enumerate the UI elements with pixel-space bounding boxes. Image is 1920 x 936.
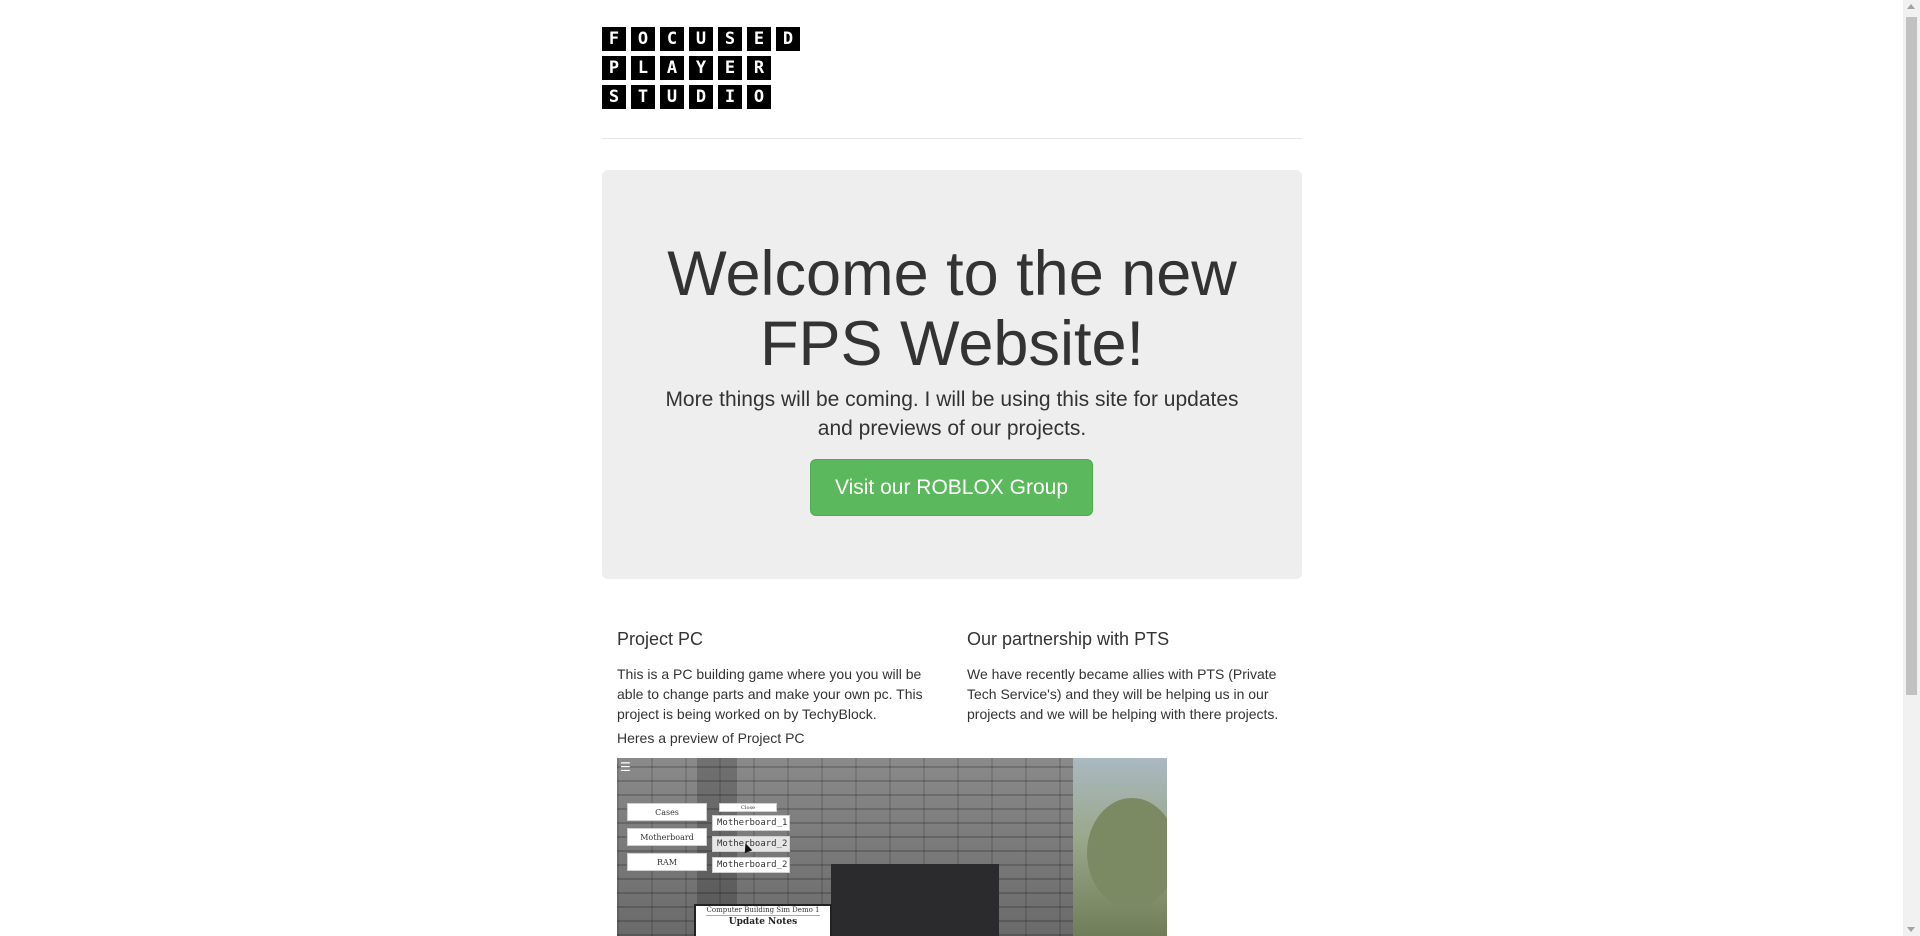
logo-letter: D bbox=[776, 27, 800, 51]
preview-motherboard-button: Motherboard bbox=[627, 828, 707, 846]
scroll-up-arrow-icon[interactable] bbox=[1907, 4, 1915, 9]
logo-letter: E bbox=[718, 56, 742, 80]
logo-letter: U bbox=[689, 27, 713, 51]
project-pc-preview-image: ☰ Cases Motherboard RAM Close Motherboar… bbox=[617, 758, 1167, 936]
vertical-scrollbar[interactable] bbox=[1903, 0, 1920, 936]
logo-letter: S bbox=[718, 27, 742, 51]
logo-letter: T bbox=[631, 85, 655, 109]
logo-letter: L bbox=[631, 56, 655, 80]
project-pc-section: Project PC This is a PC building game wh… bbox=[617, 626, 937, 724]
hero-title-line-1: Welcome to the new bbox=[667, 239, 1237, 309]
menu-icon: ☰ bbox=[620, 760, 631, 774]
preview-update-notes: Computer Building Sim Demo 1 Update Note… bbox=[694, 904, 832, 936]
logo-letter: C bbox=[660, 27, 684, 51]
preview-cases-button: Cases bbox=[627, 803, 707, 821]
site-logo[interactable]: F O C U S E D P L A Y E R S T U D I O bbox=[602, 27, 805, 114]
logo-letter: A bbox=[660, 56, 684, 80]
logo-letter: E bbox=[747, 27, 771, 51]
notes-subtitle: Computer Building Sim Demo 1 bbox=[706, 906, 820, 916]
preview-tree bbox=[1087, 798, 1167, 908]
logo-letter: R bbox=[747, 56, 771, 80]
logo-letter: U bbox=[660, 85, 684, 109]
preview-item: Motherboard_1 bbox=[712, 815, 790, 831]
hero-jumbotron: Welcome to the new FPS Website! More thi… bbox=[602, 170, 1302, 579]
preview-close-button: Close bbox=[719, 803, 777, 812]
logo-letter: O bbox=[747, 85, 771, 109]
logo-row-3: S T U D I O bbox=[602, 85, 805, 109]
hero-title: Welcome to the new FPS Website! bbox=[602, 239, 1302, 379]
logo-letter: D bbox=[689, 85, 713, 109]
site-header: F O C U S E D P L A Y E R S T U D I O bbox=[602, 0, 1302, 139]
logo-row-2: P L A Y E R bbox=[602, 56, 805, 80]
scroll-down-arrow-icon[interactable] bbox=[1907, 927, 1915, 932]
preview-item: Motherboard_2 bbox=[712, 857, 790, 873]
preview-ram-button: RAM bbox=[627, 853, 707, 871]
preview-pc-case bbox=[831, 864, 999, 936]
section-heading: Project PC bbox=[617, 629, 704, 649]
page-container: F O C U S E D P L A Y E R S T U D I O We… bbox=[602, 0, 1302, 936]
section-body: This is a PC building game where you you… bbox=[617, 666, 923, 722]
preview-caption: Heres a preview of Project PC bbox=[617, 730, 805, 746]
roblox-group-button[interactable]: Visit our ROBLOX Group bbox=[810, 459, 1093, 516]
logo-letter: I bbox=[718, 85, 742, 109]
section-heading: Our partnership with PTS bbox=[967, 629, 1170, 649]
logo-letter: P bbox=[602, 56, 626, 80]
logo-letter: F bbox=[602, 27, 626, 51]
logo-letter: S bbox=[602, 85, 626, 109]
logo-letter: Y bbox=[689, 56, 713, 80]
notes-title: Update Notes bbox=[728, 917, 798, 927]
hero-title-line-2: FPS Website! bbox=[760, 309, 1144, 379]
partnership-section: Our partnership with PTS We have recentl… bbox=[967, 626, 1287, 724]
hero-lead: More things will be coming. I will be us… bbox=[665, 388, 1239, 440]
logo-row-1: F O C U S E D bbox=[602, 27, 805, 51]
logo-letter: O bbox=[631, 27, 655, 51]
scrollbar-thumb[interactable] bbox=[1906, 17, 1917, 695]
section-body: We have recently became allies with PTS … bbox=[967, 666, 1279, 722]
